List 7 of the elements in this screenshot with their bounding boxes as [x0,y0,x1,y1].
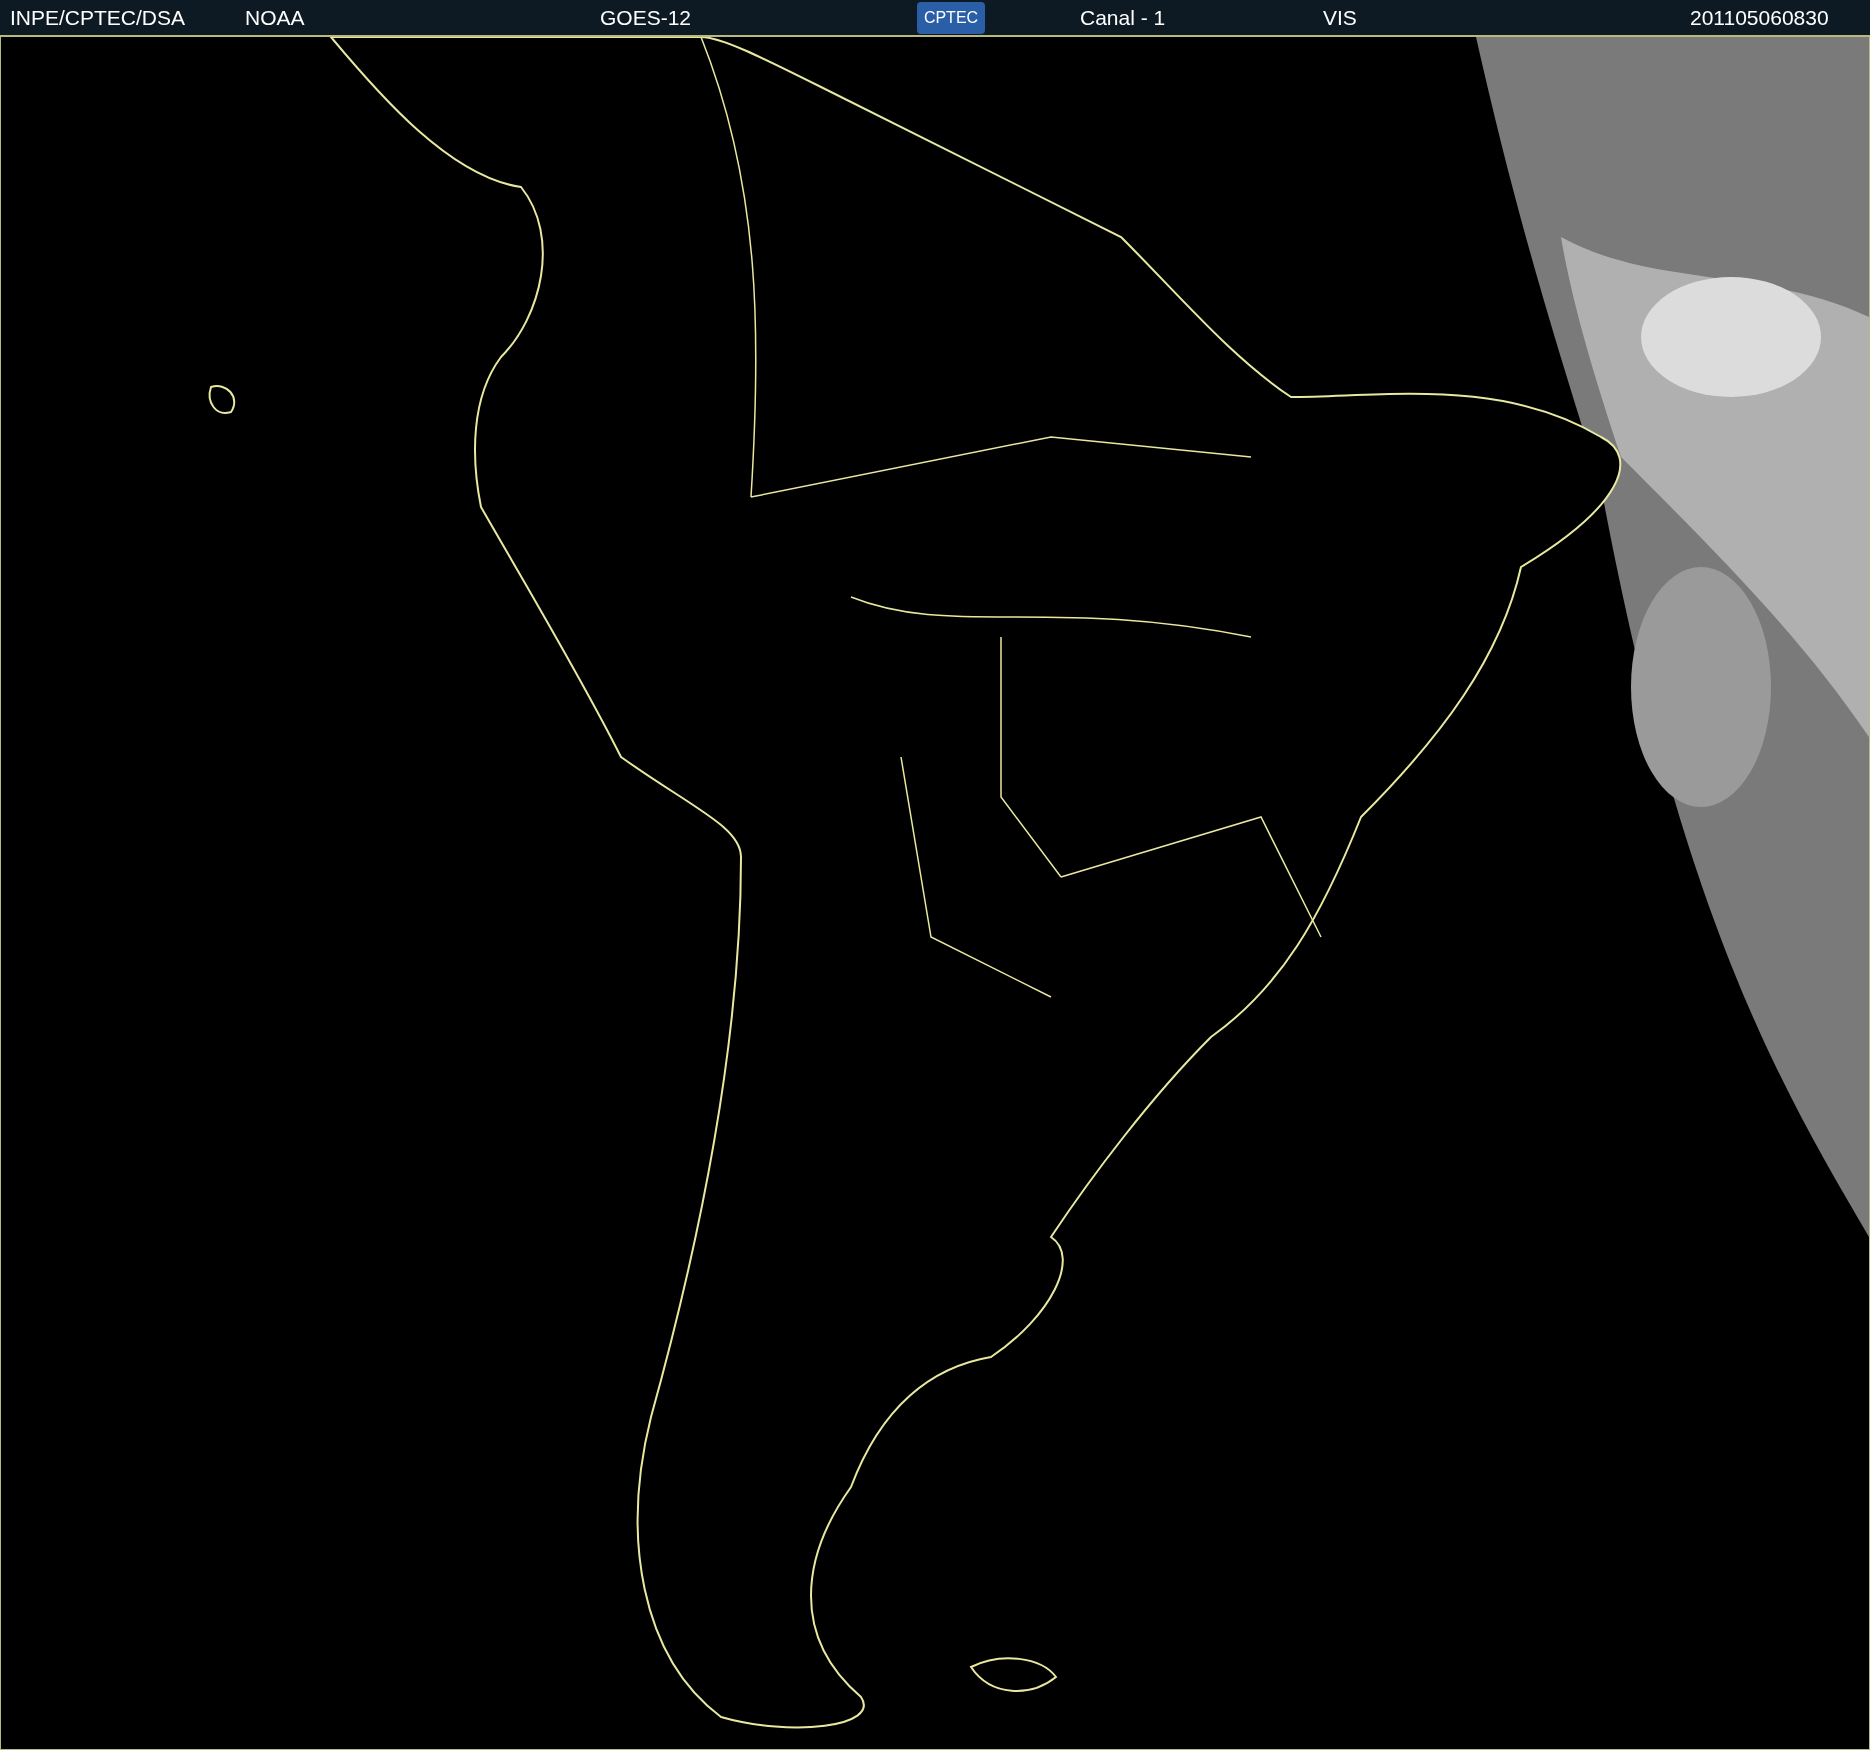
header-label: GOES-12 [600,4,692,31]
header-label: 201105060830 [1690,4,1829,31]
header-label: NOAA [245,4,305,31]
header-label: VIS [1323,4,1357,31]
header-label: Canal - 1 [1080,4,1166,31]
logo: CPTEC [917,1,985,34]
header-label: INPE/CPTEC/DSA [10,4,186,31]
